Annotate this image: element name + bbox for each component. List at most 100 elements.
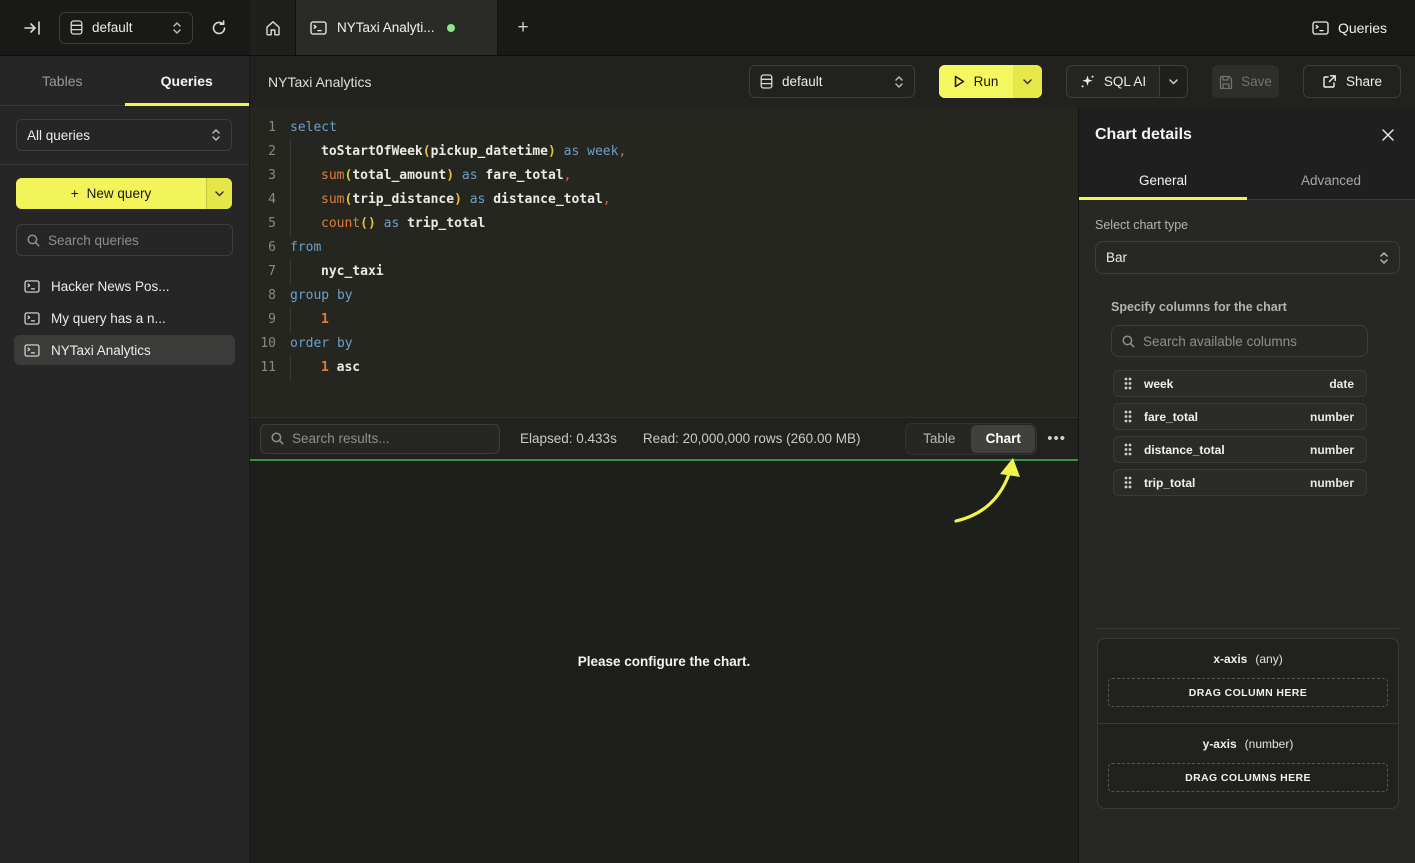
column-chip-week[interactable]: week date xyxy=(1113,370,1367,397)
search-queries-input[interactable] xyxy=(48,233,225,248)
view-toggle: Table Chart xyxy=(905,423,1037,455)
view-toggle-chart[interactable]: Chart xyxy=(971,425,1035,453)
query-item-label: My query has a n... xyxy=(51,311,166,326)
unsaved-dot-icon xyxy=(447,24,455,32)
code-line: 10order by xyxy=(250,332,1078,356)
queries-filter-value: All queries xyxy=(27,128,202,143)
search-results-input[interactable] xyxy=(292,431,489,446)
column-type: date xyxy=(1329,377,1354,391)
new-query-section: + New query xyxy=(0,165,249,222)
chevron-updown-icon xyxy=(1379,251,1389,265)
tab-general[interactable]: General xyxy=(1079,162,1247,199)
x-axis-drop-zone[interactable]: DRAG COLUMN HERE xyxy=(1108,678,1388,707)
refresh-button[interactable] xyxy=(207,16,231,40)
database-selector-value: default xyxy=(92,20,163,35)
columns-search-input[interactable] xyxy=(1143,334,1357,349)
chart-panel-tabs: General Advanced xyxy=(1079,162,1415,200)
query-list: Hacker News Pos... My query has a n... N… xyxy=(0,269,249,367)
new-query-dropdown-button[interactable] xyxy=(206,178,232,209)
line-number: 3 xyxy=(250,164,276,188)
column-type: number xyxy=(1310,410,1354,424)
query-list-item[interactable]: My query has a n... xyxy=(14,303,235,333)
x-axis-title: x-axis(any) xyxy=(1108,652,1388,666)
search-results-box xyxy=(260,424,500,454)
share-button[interactable]: Share xyxy=(1303,65,1401,98)
tab-title: NYTaxi Analyti... xyxy=(337,20,435,35)
chart-type-select[interactable]: Bar xyxy=(1095,241,1400,274)
sidebar: Tables Queries All queries + New query xyxy=(0,56,250,863)
refresh-icon xyxy=(211,20,227,36)
run-button[interactable]: Run xyxy=(939,65,1042,98)
top-bar: default NYTaxi Analyti... + xyxy=(0,0,1415,56)
save-button[interactable]: Save xyxy=(1212,65,1279,98)
x-axis-section: x-axis(any) DRAG COLUMN HERE xyxy=(1098,639,1398,723)
database-selector-top[interactable]: default xyxy=(59,12,193,44)
column-name: week xyxy=(1144,377,1173,391)
sql-ai-dropdown-button[interactable] xyxy=(1159,66,1187,97)
line-number: 10 xyxy=(250,332,276,356)
sql-ai-label: SQL AI xyxy=(1104,74,1146,89)
tab-home[interactable] xyxy=(250,0,296,55)
code-line: 2toStartOfWeek(pickup_datetime) as week, xyxy=(250,140,1078,164)
query-terminal-icon xyxy=(310,21,327,35)
sql-ai-button[interactable]: SQL AI xyxy=(1066,65,1188,98)
column-name: trip_total xyxy=(1144,476,1195,490)
sidebar-tab-queries[interactable]: Queries xyxy=(125,56,250,105)
drag-handle-icon xyxy=(1124,410,1132,423)
sidebar-filter-section: All queries xyxy=(0,106,249,164)
page-title: NYTaxi Analytics xyxy=(268,74,371,90)
y-axis-title: y-axis (number) xyxy=(1108,737,1388,751)
save-icon xyxy=(1219,75,1233,89)
drag-handle-icon xyxy=(1124,476,1132,489)
tab-advanced[interactable]: Advanced xyxy=(1247,162,1415,199)
y-axis-drop-zone[interactable]: DRAG COLUMNS HERE xyxy=(1108,763,1388,792)
code-line: 5count() as trip_total xyxy=(250,212,1078,236)
tab-nytaxi-analytics[interactable]: NYTaxi Analyti... xyxy=(296,0,498,55)
topbar-left: default xyxy=(0,0,250,55)
columns-search-box xyxy=(1111,325,1368,357)
toolbar-actions: default Run SQL AI xyxy=(749,65,1401,98)
share-label: Share xyxy=(1346,74,1382,89)
collapse-sidebar-button[interactable] xyxy=(20,17,45,39)
code-line: 3sum(total_amount) as fare_total, xyxy=(250,164,1078,188)
chevron-updown-icon xyxy=(211,128,221,142)
drag-handle-icon xyxy=(1124,377,1132,390)
view-toggle-table[interactable]: Table xyxy=(907,425,971,453)
y-axis-hint: (number) xyxy=(1245,737,1294,751)
play-icon xyxy=(954,75,965,88)
database-selector-main[interactable]: default xyxy=(749,65,915,98)
code-line: 111 asc xyxy=(250,356,1078,380)
line-number: 1 xyxy=(250,116,276,140)
queries-filter-select[interactable]: All queries xyxy=(16,119,232,151)
new-tab-button[interactable]: + xyxy=(498,0,548,55)
queries-button[interactable]: Queries xyxy=(1312,20,1387,36)
new-query-button[interactable]: + New query xyxy=(16,178,232,209)
run-button-main[interactable]: Run xyxy=(939,65,1013,98)
query-list-item[interactable]: Hacker News Pos... xyxy=(14,271,235,301)
y-axis-label: y-axis xyxy=(1203,737,1237,751)
columns-section: Specify columns for the chart week date … xyxy=(1111,300,1368,496)
code-line: 6from xyxy=(250,236,1078,260)
column-chip-fare-total[interactable]: fare_total number xyxy=(1113,403,1367,430)
run-dropdown-button[interactable] xyxy=(1013,65,1042,98)
more-options-button[interactable]: ••• xyxy=(1047,430,1066,447)
close-panel-button[interactable] xyxy=(1377,124,1399,146)
search-icon xyxy=(1122,335,1135,348)
column-type: number xyxy=(1310,443,1354,457)
database-icon xyxy=(760,74,773,89)
collapse-sidebar-icon xyxy=(24,21,41,35)
close-icon xyxy=(1381,128,1395,142)
sidebar-tab-tables[interactable]: Tables xyxy=(0,56,125,105)
column-chip-distance-total[interactable]: distance_total number xyxy=(1113,436,1367,463)
query-terminal-icon xyxy=(1312,21,1329,35)
sql-ai-main[interactable]: SQL AI xyxy=(1067,66,1159,97)
database-icon xyxy=(70,20,83,35)
query-terminal-icon xyxy=(24,312,40,325)
query-toolbar: NYTaxi Analytics default Run xyxy=(250,56,1415,107)
column-chip-trip-total[interactable]: trip_total number xyxy=(1113,469,1367,496)
query-list-item-selected[interactable]: NYTaxi Analytics xyxy=(14,335,235,365)
elapsed-stat: Elapsed: 0.433s xyxy=(520,431,617,446)
line-number: 9 xyxy=(250,308,276,332)
sql-editor[interactable]: 1select2toStartOfWeek(pickup_datetime) a… xyxy=(250,107,1078,417)
chart-type-label: Select chart type xyxy=(1095,218,1399,232)
